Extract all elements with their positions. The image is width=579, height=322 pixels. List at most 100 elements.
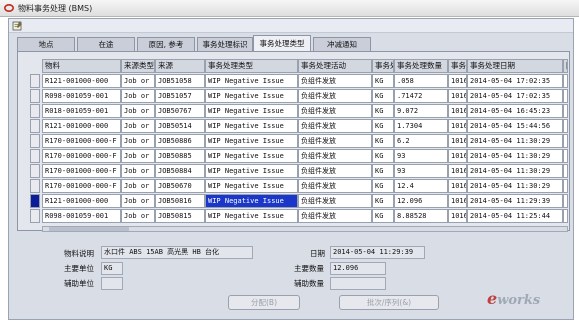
- secondary-qty-field[interactable]: [330, 277, 386, 290]
- row-selector[interactable]: [30, 209, 40, 223]
- notes-icon[interactable]: [12, 21, 23, 31]
- cell-col-source[interactable]: JOB51058: [155, 74, 205, 88]
- cell-col-uom[interactable]: 1016: [448, 89, 467, 103]
- cell-col-transaction-type[interactable]: WIP Negative Issue: [205, 74, 298, 88]
- header-col-item[interactable]: 物料: [42, 59, 121, 73]
- cell-col-quantity[interactable]: 12.4: [394, 179, 448, 193]
- cell-col-source-type[interactable]: Job or: [121, 209, 155, 223]
- cell-col-uom[interactable]: 1016: [448, 149, 467, 163]
- cell-col-source-type[interactable]: Job or: [121, 89, 155, 103]
- row-selector[interactable]: [30, 164, 40, 178]
- cell-col-transaction-date[interactable]: 2014-05-04 11:30:29: [467, 149, 563, 163]
- cell-col-extra[interactable]: [563, 164, 568, 178]
- row-selector[interactable]: [30, 74, 40, 88]
- item-desc-field[interactable]: 水口件 ABS 15AB 高光黑 HB 台化: [101, 246, 253, 259]
- header-col-transaction-date[interactable]: 事务处理日期: [467, 59, 563, 73]
- cell-col-source[interactable]: JOB50886: [155, 134, 205, 148]
- cell-col-transaction-date[interactable]: 2014-05-04 17:02:35: [467, 74, 563, 88]
- cell-col-subinventory[interactable]: KG: [372, 209, 394, 223]
- cell-col-uom[interactable]: 1016: [448, 119, 467, 133]
- cell-col-item[interactable]: R170-001000-000-F: [42, 179, 121, 193]
- row-selector[interactable]: [30, 179, 40, 193]
- header-col-transaction-type[interactable]: 事务处理类型: [205, 59, 298, 73]
- primary-uom-field[interactable]: KG: [101, 262, 123, 275]
- cell-col-subinventory[interactable]: KG: [372, 74, 394, 88]
- tab-transaction-type[interactable]: 事务处理类型: [253, 35, 311, 51]
- tab-reason-reference[interactable]: 原因, 参考: [137, 37, 195, 51]
- cell-col-transaction-type[interactable]: WIP Negative Issue: [205, 89, 298, 103]
- cell-col-subinventory[interactable]: KG: [372, 104, 394, 118]
- cell-col-transaction-action[interactable]: 负组件发放: [298, 74, 372, 88]
- cell-col-transaction-action[interactable]: 负组件发放: [298, 119, 372, 133]
- row-selector[interactable]: [30, 119, 40, 133]
- cell-col-quantity[interactable]: .71472: [394, 89, 448, 103]
- cell-col-source[interactable]: JOB50670: [155, 179, 205, 193]
- cell-col-source-type[interactable]: Job or: [121, 119, 155, 133]
- header-col-subinventory[interactable]: 事务处: [372, 59, 394, 73]
- cell-col-transaction-type[interactable]: WIP Negative Issue: [205, 119, 298, 133]
- cell-col-item[interactable]: R098-001059-001: [42, 209, 121, 223]
- tab-transaction-id[interactable]: 事务处理标识: [197, 37, 253, 51]
- cell-col-extra[interactable]: [563, 104, 568, 118]
- cell-col-quantity[interactable]: 93: [394, 164, 448, 178]
- header-col-uom[interactable]: 事务处: [448, 59, 467, 73]
- primary-qty-field[interactable]: 12.096: [330, 262, 386, 275]
- cell-col-subinventory[interactable]: KG: [372, 164, 394, 178]
- cell-col-uom[interactable]: 1016: [448, 104, 467, 118]
- secondary-uom-field[interactable]: [101, 277, 123, 290]
- header-col-quantity[interactable]: 事务处理数量: [394, 59, 448, 73]
- cell-col-extra[interactable]: [563, 119, 568, 133]
- cell-col-source-type[interactable]: Job or: [121, 104, 155, 118]
- cell-col-extra[interactable]: [563, 74, 568, 88]
- cell-col-transaction-type[interactable]: WIP Negative Issue: [205, 179, 298, 193]
- header-col-source[interactable]: 来源: [155, 59, 205, 73]
- row-selector[interactable]: [30, 134, 40, 148]
- horizontal-scrollbar[interactable]: [42, 226, 568, 232]
- cell-col-extra[interactable]: [563, 134, 568, 148]
- cell-col-source[interactable]: JOB50884: [155, 164, 205, 178]
- cell-col-transaction-date[interactable]: 2014-05-04 11:30:29: [467, 164, 563, 178]
- cell-col-extra[interactable]: [563, 194, 568, 208]
- cell-col-transaction-action[interactable]: 负组件发放: [298, 104, 372, 118]
- cell-col-source[interactable]: JOB50885: [155, 149, 205, 163]
- cell-col-quantity[interactable]: 1.7304: [394, 119, 448, 133]
- cell-col-transaction-date[interactable]: 2014-05-04 17:02:35: [467, 89, 563, 103]
- cell-col-transaction-action[interactable]: 负组件发放: [298, 89, 372, 103]
- cell-col-transaction-type[interactable]: WIP Negative Issue: [205, 134, 298, 148]
- cell-col-item[interactable]: R121-001000-000: [42, 119, 121, 133]
- cell-col-source-type[interactable]: Job or: [121, 179, 155, 193]
- cell-col-uom[interactable]: 1016: [448, 209, 467, 223]
- row-selector[interactable]: [30, 104, 40, 118]
- tab-intransit[interactable]: 在途: [77, 37, 135, 51]
- cell-col-source-type[interactable]: Job or: [121, 194, 155, 208]
- cell-col-transaction-type[interactable]: WIP Negative Issue: [205, 164, 298, 178]
- cell-col-transaction-action[interactable]: 负组件发放: [298, 149, 372, 163]
- cell-col-transaction-type[interactable]: WIP Negative Issue: [205, 194, 298, 208]
- cell-col-quantity[interactable]: 8.88528: [394, 209, 448, 223]
- cell-col-uom[interactable]: 1016: [448, 134, 467, 148]
- distribution-button[interactable]: 分配(B): [228, 295, 300, 310]
- cell-col-extra[interactable]: [563, 89, 568, 103]
- cell-col-transaction-date[interactable]: 2014-05-04 15:44:56: [467, 119, 563, 133]
- cell-col-uom[interactable]: 1016: [448, 164, 467, 178]
- cell-col-item[interactable]: R170-001000-000-F: [42, 134, 121, 148]
- cell-col-transaction-type[interactable]: WIP Negative Issue: [205, 149, 298, 163]
- cell-col-extra[interactable]: [563, 179, 568, 193]
- header-col-transaction-action[interactable]: 事务处理活动: [298, 59, 372, 73]
- cell-col-source-type[interactable]: Job or: [121, 164, 155, 178]
- cell-col-quantity[interactable]: 6.2: [394, 134, 448, 148]
- cell-col-source[interactable]: JOB50815: [155, 209, 205, 223]
- tab-location[interactable]: 地点: [17, 37, 75, 51]
- cell-col-extra[interactable]: [563, 209, 568, 223]
- cell-col-item[interactable]: R170-001000-000-F: [42, 149, 121, 163]
- header-col-extra[interactable]: [: [563, 59, 568, 73]
- cell-col-source-type[interactable]: Job or: [121, 134, 155, 148]
- cell-col-transaction-action[interactable]: 负组件发放: [298, 194, 372, 208]
- cell-col-transaction-action[interactable]: 负组件发放: [298, 179, 372, 193]
- cell-col-source-type[interactable]: Job or: [121, 149, 155, 163]
- cell-col-subinventory[interactable]: KG: [372, 134, 394, 148]
- date-field[interactable]: 2014-05-04 11:29:39: [330, 246, 425, 259]
- lot-serial-button[interactable]: 批次/序列(&): [339, 295, 439, 310]
- cell-col-uom[interactable]: 1016: [448, 74, 467, 88]
- row-selector[interactable]: [30, 194, 40, 208]
